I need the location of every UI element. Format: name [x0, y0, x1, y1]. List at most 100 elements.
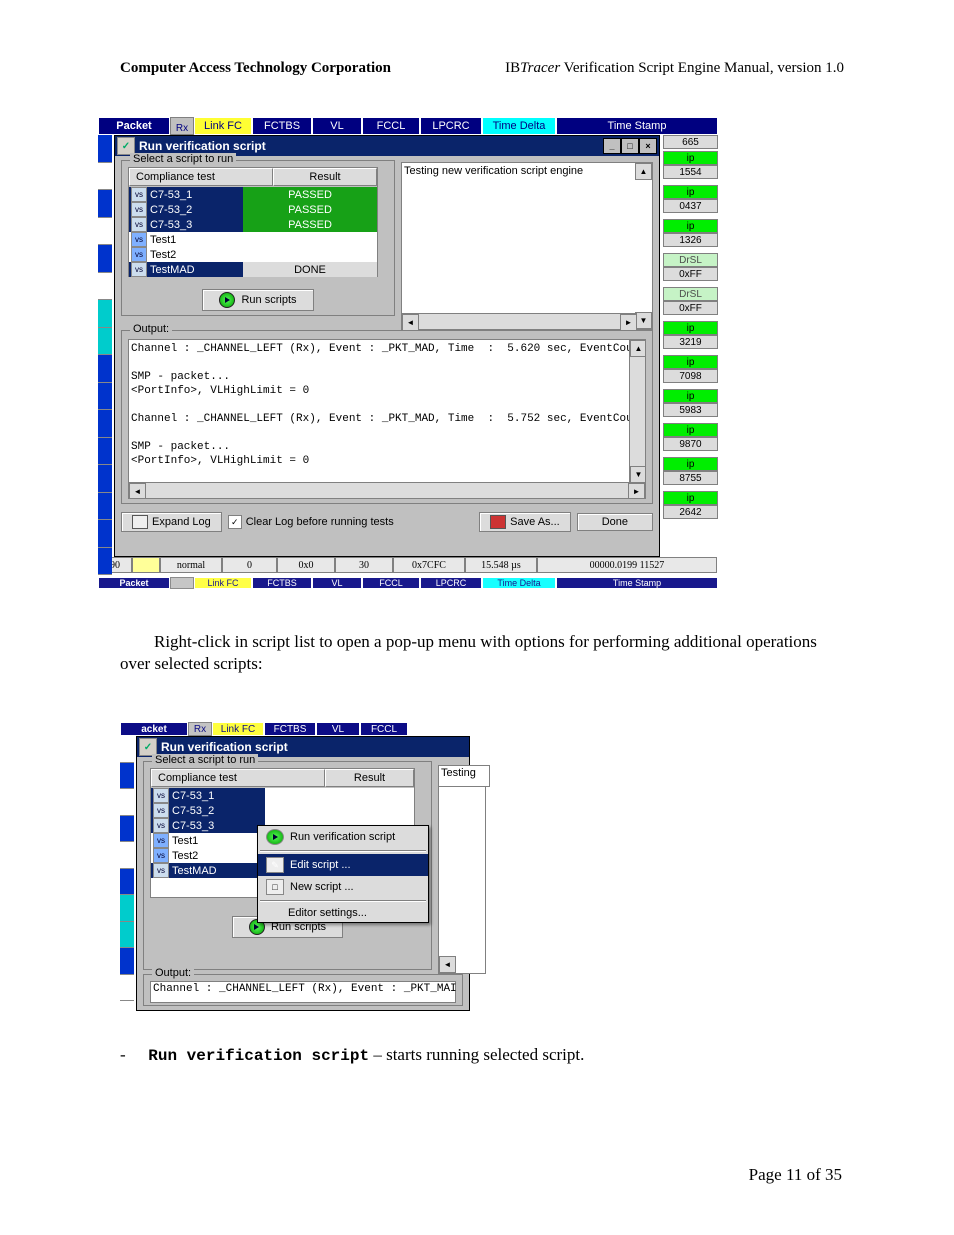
rail-value: 0xFF [663, 267, 718, 281]
s2-listhdr-result[interactable]: Result [325, 769, 414, 787]
data-cell: 30 [335, 557, 393, 573]
rail-value: 0xFF [663, 301, 718, 315]
list-item[interactable]: vsC7-53_1PASSED [129, 187, 377, 202]
s2-select-legend: Select a script to run [152, 754, 258, 766]
scroll-up-button[interactable]: ▲ [635, 163, 652, 180]
scroll-left-button[interactable]: ◄ [402, 314, 419, 331]
script-name: TestMAD [172, 865, 217, 877]
col-linkfc[interactable]: Link FC [194, 117, 252, 135]
done-button[interactable]: Done [577, 513, 653, 531]
output-scroll-vertical[interactable]: ▲ ▼ [629, 340, 645, 483]
script-icon: vs [153, 848, 169, 863]
script-name: C7-53_3 [150, 219, 192, 231]
s2-testing-box: Testing [438, 765, 490, 787]
ctx-editor-settings[interactable]: Editor settings... [258, 904, 428, 922]
output-scroll-horizontal[interactable]: ◄ ► [129, 482, 645, 498]
scroll-left-icon[interactable]: ◄ [129, 483, 146, 499]
script-icon: vs [131, 202, 147, 217]
data-cell: normal [160, 557, 222, 573]
col-fccl[interactable]: FCCL [362, 117, 420, 135]
list-item[interactable]: vsC7-53_2 [151, 803, 414, 818]
scroll-right-button[interactable]: ► [620, 314, 637, 331]
run-scripts-button[interactable]: Run scripts [202, 289, 313, 311]
s2-scroll-left[interactable]: ◄ [439, 956, 456, 973]
ctx-new-icon: □ [266, 879, 284, 895]
list-item[interactable]: vsC7-53_2PASSED [129, 202, 377, 217]
list-item[interactable]: vsTest1 [129, 232, 377, 247]
checkbox-icon: ✓ [228, 515, 242, 529]
rail-value: 1554 [663, 165, 718, 179]
scroll-right-icon[interactable]: ► [628, 483, 645, 499]
script-icon: vs [153, 818, 169, 833]
data-cell [132, 557, 160, 573]
window-maximize-button[interactable]: □ [621, 138, 639, 154]
col-vl-2: VL [312, 577, 362, 589]
window-minimize-button[interactable]: _ [603, 138, 621, 154]
data-cell: 0 [222, 557, 277, 573]
save-icon [490, 515, 506, 529]
testing-log-box[interactable]: Testing new verification script engine ▲… [401, 162, 653, 330]
col-linkfc-2: Link FC [194, 577, 252, 589]
left-rail [98, 135, 112, 575]
rail-tag: ip [663, 219, 718, 233]
clear-log-checkbox[interactable]: ✓ Clear Log before running tests [228, 515, 394, 529]
script-icon: vs [131, 247, 147, 262]
list-item[interactable]: vsTestMADDONE [129, 262, 377, 277]
page-number: Page 11 of 35 [749, 1165, 842, 1185]
scroll-down-button[interactable]: ▼ [635, 312, 652, 329]
s2-col-packet: acket [120, 722, 188, 736]
s2-listhdr-name[interactable]: Compliance test [151, 769, 325, 787]
col-rx[interactable]: Rx [170, 117, 194, 135]
ctx-run-verification[interactable]: Run verification script [258, 826, 428, 848]
select-script-group: Select a script to run Compliance test R… [121, 160, 395, 316]
window-close-button[interactable]: × [639, 138, 657, 154]
expand-log-button[interactable]: Expand Log [121, 512, 222, 532]
script-listbox[interactable]: Compliance test Result vsC7-53_1PASSEDvs… [128, 167, 378, 277]
data-cell: 15.548 µs [465, 557, 537, 573]
col-timedelta[interactable]: Time Delta [482, 117, 556, 135]
s2-window-title: Run verification script [161, 740, 288, 754]
col-packet[interactable]: Packet [98, 117, 170, 135]
s2-col-fctbs: FCTBS [264, 722, 316, 736]
context-menu[interactable]: Run verification script ✎ Edit script ..… [257, 825, 429, 923]
listbox-header-result[interactable]: Result [273, 168, 377, 186]
col-timestamp-2: Time Stamp [556, 577, 718, 589]
rail-value: 2642 [663, 505, 718, 519]
rail-tag: ip [663, 457, 718, 471]
ctx-new-script[interactable]: □ New script ... [258, 876, 428, 898]
ctx-edit-script[interactable]: ✎ Edit script ... [258, 854, 428, 876]
result-cell: PASSED [243, 217, 377, 232]
col-rx-2 [170, 577, 194, 589]
output-legend: Output: [130, 323, 172, 335]
script-name: C7-53_2 [172, 805, 214, 817]
col-lpcrc[interactable]: LPCRC [420, 117, 482, 135]
script-name: C7-53_1 [172, 790, 214, 802]
list-item[interactable]: vsTest2 [129, 247, 377, 262]
col-fctbs[interactable]: FCTBS [252, 117, 312, 135]
scroll-down-icon[interactable]: ▼ [630, 466, 646, 483]
data-cell: 0x7CFC [393, 557, 465, 573]
rail-value: 8755 [663, 471, 718, 485]
output-textbox[interactable]: Channel : _CHANNEL_LEFT (Rx), Event : _P… [128, 339, 646, 499]
col-vl[interactable]: VL [312, 117, 362, 135]
list-item[interactable]: vsC7-53_3PASSED [129, 217, 377, 232]
listbox-header-name[interactable]: Compliance test [129, 168, 273, 186]
rail-tag: ip [663, 321, 718, 335]
script-icon: vs [131, 232, 147, 247]
s2-output-text: Channel : _CHANNEL_LEFT (Rx), Event : _P… [150, 981, 456, 1003]
col-timestamp[interactable]: Time Stamp [556, 117, 718, 135]
rail-tag: DrSL [663, 253, 718, 267]
col-packet-2: Packet [98, 577, 170, 589]
data-cell: 0x0 [277, 557, 335, 573]
script-icon: vs [131, 187, 147, 202]
play-icon [219, 292, 235, 308]
ctx-separator-2 [260, 900, 426, 902]
data-cell: 00000.0199 11527 [537, 557, 717, 573]
rail-value: 3219 [663, 335, 718, 349]
list-item[interactable]: vsC7-53_1 [151, 788, 414, 803]
screenshot-context-menu: acket Rx Link FC FCTBS VL FCCL ✓ Run ver… [120, 722, 470, 1011]
rail-value: 5983 [663, 403, 718, 417]
window-bottom-bar: Expand Log ✓ Clear Log before running te… [115, 508, 659, 536]
save-as-button[interactable]: Save As... [479, 512, 571, 532]
scroll-up-icon[interactable]: ▲ [630, 340, 646, 357]
